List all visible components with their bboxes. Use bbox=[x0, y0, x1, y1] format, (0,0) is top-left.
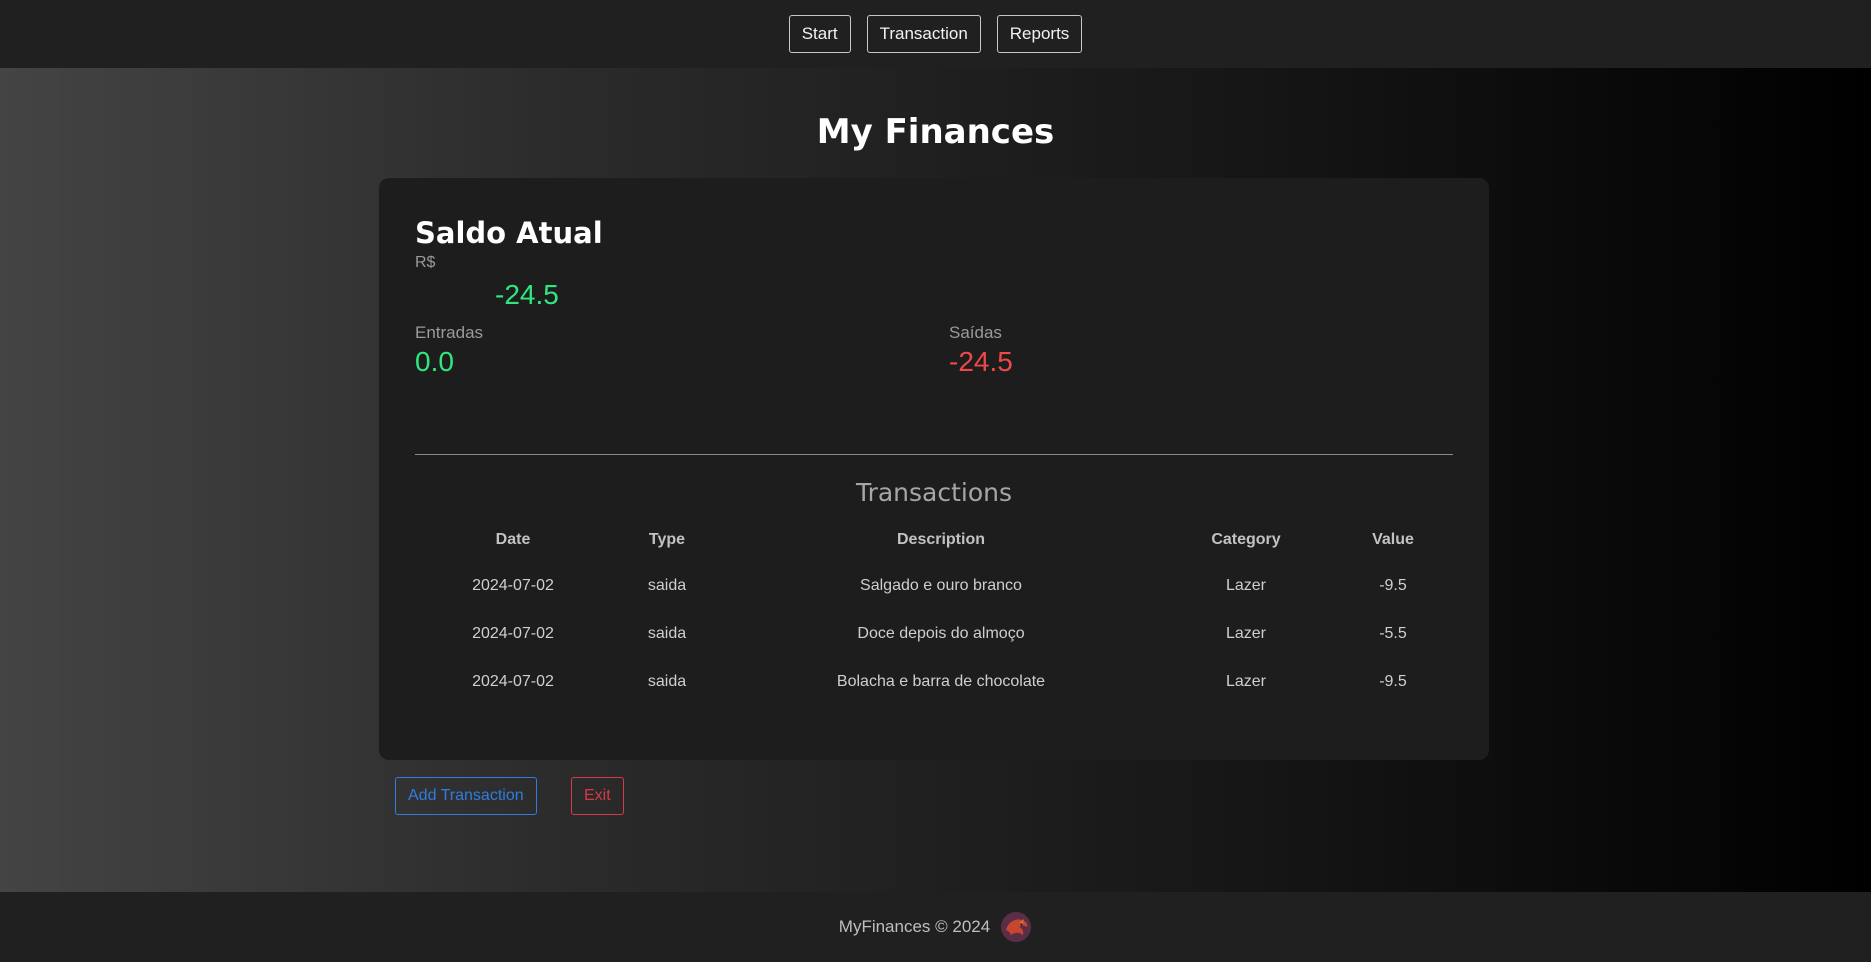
top-navbar: Start Transaction Reports bbox=[0, 0, 1871, 68]
cell-category: Lazer bbox=[1225, 673, 1267, 690]
footer-text: MyFinances © 2024 bbox=[838, 917, 991, 936]
cell-date: 2024-07-02 bbox=[472, 673, 554, 690]
cell-date: 2024-07-02 bbox=[472, 625, 554, 642]
cell-value: -9.5 bbox=[1379, 577, 1407, 594]
table-header-row: Date Type Description Category Value bbox=[415, 518, 1453, 562]
balance-value: -24.5 bbox=[495, 279, 559, 310]
cell-description: Salgado e ouro branco bbox=[860, 577, 1022, 594]
column-header-category: Category bbox=[1211, 531, 1281, 548]
cell-type: saida bbox=[647, 577, 687, 594]
column-header-type: Type bbox=[648, 531, 686, 548]
page-title: My Finances bbox=[816, 112, 1055, 152]
nav-reports-button[interactable]: Reports bbox=[996, 15, 1083, 53]
nav-start-button[interactable]: Start bbox=[788, 15, 851, 53]
add-transaction-button[interactable]: Add Transaction bbox=[395, 777, 537, 815]
cell-date: 2024-07-02 bbox=[472, 577, 554, 594]
exit-button[interactable]: Exit bbox=[571, 777, 624, 815]
cell-type: saida bbox=[647, 625, 687, 642]
footer: MyFinances © 2024 bbox=[0, 892, 1871, 962]
cell-value: -5.5 bbox=[1379, 625, 1407, 642]
cell-category: Lazer bbox=[1225, 625, 1267, 642]
cell-category: Lazer bbox=[1225, 577, 1267, 594]
income-label: Entradas bbox=[415, 323, 484, 342]
table-row: 2024-07-02 saida Bolacha e barra de choc… bbox=[415, 658, 1453, 706]
cell-description: Doce depois do almoço bbox=[857, 625, 1025, 642]
income-value: 0.0 bbox=[415, 346, 454, 377]
table-row: 2024-07-02 saida Salgado e ouro branco L… bbox=[415, 562, 1453, 610]
column-header-description: Description bbox=[896, 531, 985, 548]
expense-value: -24.5 bbox=[949, 346, 1013, 377]
column-header-date: Date bbox=[495, 531, 531, 548]
expense-label: Saídas bbox=[949, 323, 1002, 342]
transactions-title: Transactions bbox=[855, 478, 1013, 507]
balance-title: Saldo Atual bbox=[415, 216, 603, 250]
column-header-value: Value bbox=[1372, 531, 1414, 548]
cell-value: -9.5 bbox=[1379, 673, 1407, 690]
nav-transaction-button[interactable]: Transaction bbox=[866, 15, 981, 53]
cell-type: saida bbox=[647, 673, 687, 690]
transactions-table: Date Type Description Category Value 202… bbox=[415, 518, 1453, 706]
divider bbox=[415, 454, 1453, 455]
finance-card: Saldo Atual R$ -24.5 Entradas 0.0 Saídas… bbox=[379, 178, 1489, 760]
cell-description: Bolacha e barra de chocolate bbox=[836, 673, 1046, 690]
table-row: 2024-07-02 saida Doce depois do almoço L… bbox=[415, 610, 1453, 658]
dragon-logo-icon bbox=[1000, 911, 1032, 943]
currency-label: R$ bbox=[415, 254, 436, 271]
